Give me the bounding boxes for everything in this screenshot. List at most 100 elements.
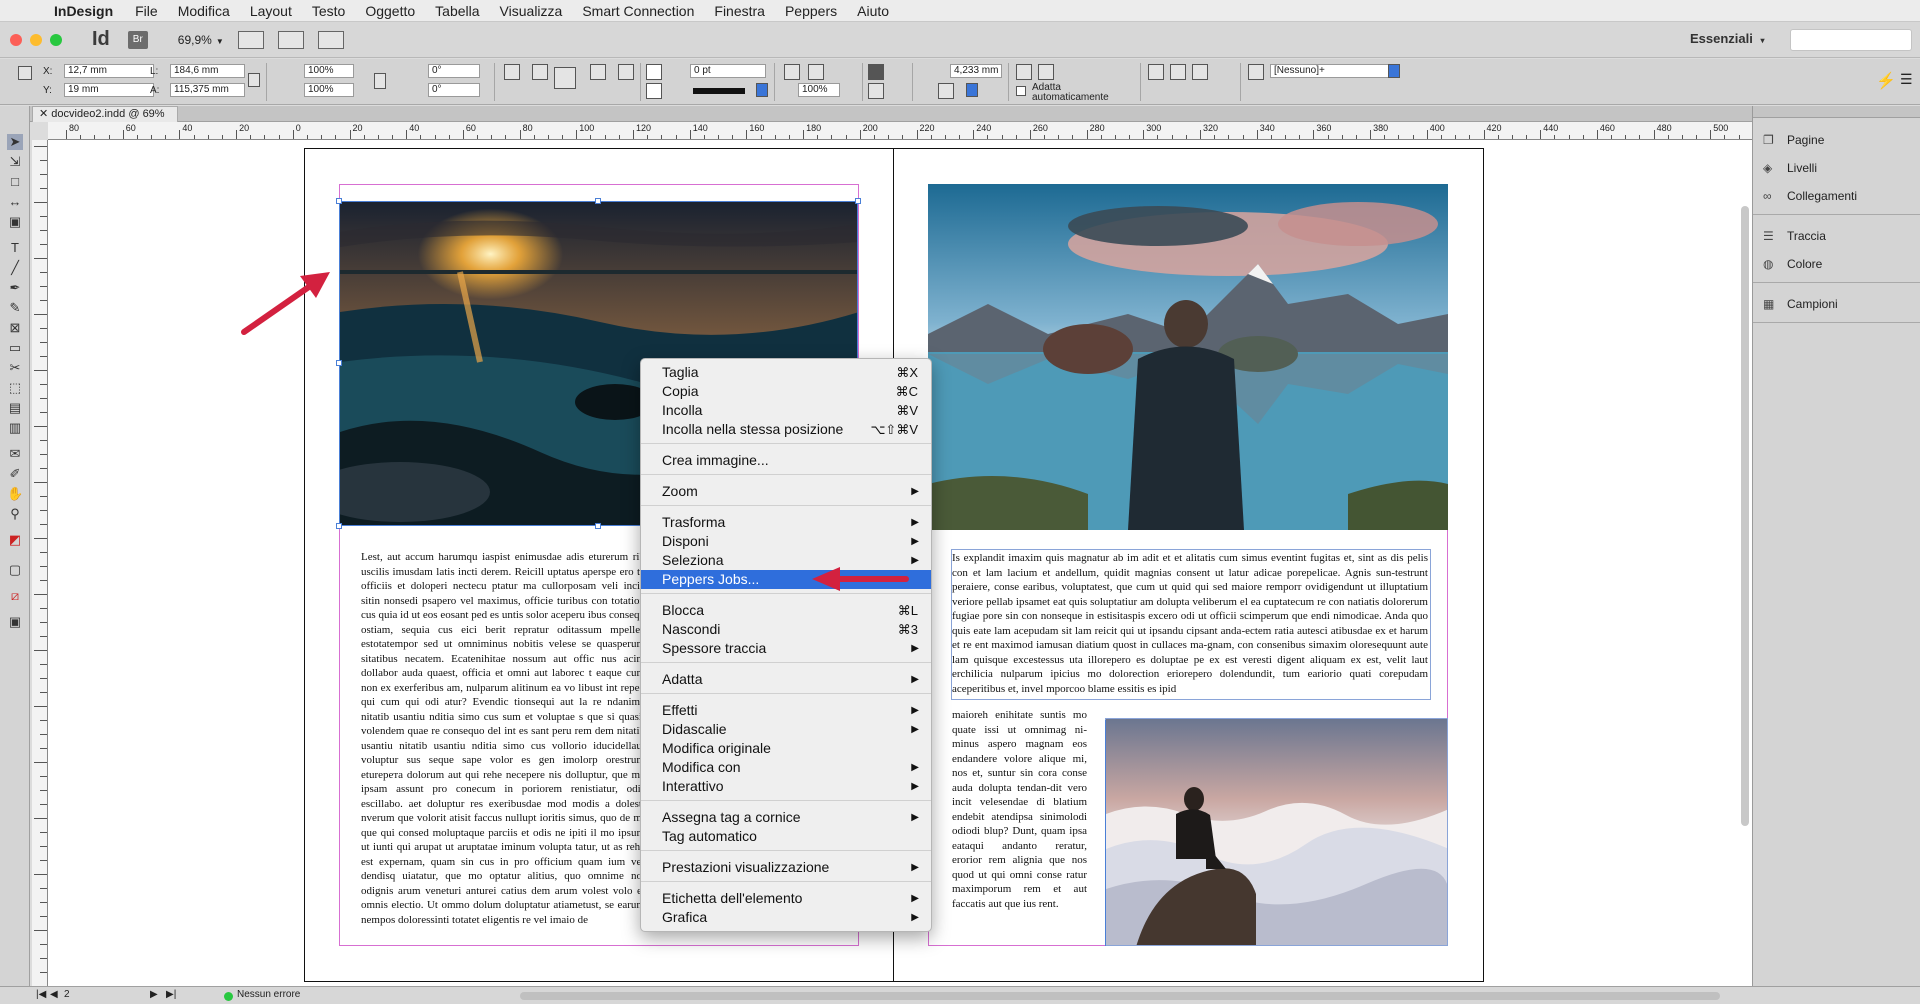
align-icon[interactable] xyxy=(868,83,884,99)
menu-item-spessore-traccia[interactable]: Spessore traccia ▶ xyxy=(641,639,931,658)
rotate-ccw-icon[interactable] xyxy=(532,64,548,80)
x-position-field[interactable]: 12,7 mm xyxy=(64,64,154,78)
arrange-documents-icon[interactable] xyxy=(317,30,344,49)
panel-pagine[interactable]: ❐ Pagine xyxy=(1763,130,1913,150)
selection-tool-icon[interactable]: ➤ xyxy=(7,134,23,150)
scale-y-field[interactable]: 100% xyxy=(304,83,354,97)
menu-item-assegna-tag[interactable]: Assegna tag a cornice ▶ xyxy=(641,808,931,827)
align-left-icon[interactable] xyxy=(1148,64,1164,80)
menu-item-nascondi[interactable]: Nascondi ⌘3 xyxy=(641,620,931,639)
selection-handle[interactable] xyxy=(595,523,601,529)
gradient-feather-tool-icon[interactable]: ▥ xyxy=(7,420,23,436)
autofit-checkbox[interactable] xyxy=(1016,86,1026,96)
menu-item-crea-immagine[interactable]: Crea immagine... xyxy=(641,451,931,470)
menu-item-interattivo[interactable]: Interattivo ▶ xyxy=(641,777,931,796)
menu-smart-connection[interactable]: Smart Connection xyxy=(582,3,694,19)
stroke-type-preview[interactable] xyxy=(693,88,745,94)
pen-tool-icon[interactable]: ✒ xyxy=(7,280,23,296)
horizontal-ruler[interactable]: 80 60 40 20 0 20 40 60 80 100 120 140 160 180 200 220 24… xyxy=(48,122,1752,140)
panel-livelli[interactable]: ◈ Livelli xyxy=(1763,158,1913,178)
close-window-button[interactable] xyxy=(10,33,22,46)
panel-menu-icon[interactable]: ☰ xyxy=(1900,71,1913,88)
type-tool-icon[interactable]: T xyxy=(7,240,23,256)
object-style-select[interactable]: [Nessuno]+ xyxy=(1270,64,1394,78)
stroke-weight-field[interactable]: 0 pt xyxy=(690,64,766,78)
selection-handle[interactable] xyxy=(855,198,861,204)
workspace-switcher[interactable]: Essenziali ▾ xyxy=(1690,31,1765,46)
scale-x-field[interactable]: 100% xyxy=(304,64,354,78)
horizontal-scrollbar[interactable] xyxy=(520,992,1720,1000)
height-field[interactable]: 115,375 mm xyxy=(170,83,245,97)
rotate-cw-icon[interactable] xyxy=(504,64,520,80)
cloud-sea-image[interactable] xyxy=(1105,718,1448,946)
menu-layout[interactable]: Layout xyxy=(250,3,292,19)
object-style-icon[interactable] xyxy=(1248,64,1264,80)
link-icon[interactable] xyxy=(374,73,386,89)
zoom-window-button[interactable] xyxy=(50,33,62,46)
align-center-icon[interactable] xyxy=(1170,64,1186,80)
rectangle-frame-tool-icon[interactable]: ⊠ xyxy=(7,320,23,336)
view-options-icon[interactable] xyxy=(237,30,264,49)
zoom-tool-icon[interactable]: ⚲ xyxy=(7,506,23,522)
menu-finestra[interactable]: Finestra xyxy=(714,3,765,19)
lightning-icon[interactable]: ⚡ xyxy=(1876,71,1896,91)
eyedropper-tool-icon[interactable]: ✐ xyxy=(7,466,23,482)
flip-horizontal-icon[interactable] xyxy=(590,64,606,80)
y-position-field[interactable]: 19 mm xyxy=(64,83,154,97)
preflight-status[interactable]: Nessun errore xyxy=(237,989,300,1000)
selection-handle[interactable] xyxy=(595,198,601,204)
gap-field[interactable]: 4,233 mm xyxy=(950,64,1002,78)
apply-none-icon[interactable]: ⧄ xyxy=(7,588,23,604)
menu-item-prestazioni[interactable]: Prestazioni visualizzazione ▶ xyxy=(641,858,931,877)
selection-handle[interactable] xyxy=(336,523,342,529)
selection-handle[interactable] xyxy=(336,198,342,204)
menu-item-didascalie[interactable]: Didascalie ▶ xyxy=(641,720,931,739)
menu-file[interactable]: File xyxy=(135,3,158,19)
menu-item-etichetta[interactable]: Etichetta dell'elemento ▶ xyxy=(641,889,931,908)
menu-modifica[interactable]: Modifica xyxy=(178,3,230,19)
bridge-button[interactable]: Br xyxy=(127,30,148,49)
gradient-tool-icon[interactable]: ▤ xyxy=(7,400,23,416)
document-tab[interactable]: ✕ docvideo2.indd @ 69% xyxy=(32,106,178,122)
menu-item-zoom[interactable]: Zoom ▶ xyxy=(641,482,931,501)
menu-item-incolla-stessa-posizione[interactable]: Incolla nella stessa posizione ⌥⇧⌘V xyxy=(641,420,931,439)
text-frame-icon[interactable] xyxy=(554,67,576,89)
menu-oggetto[interactable]: Oggetto xyxy=(365,3,415,19)
stroke-swatch-icon[interactable] xyxy=(646,83,662,99)
formatting-container-icon[interactable]: ▢ xyxy=(7,562,23,578)
close-tab-icon[interactable]: ✕ xyxy=(39,108,51,120)
panel-campioni[interactable]: ▦ Campioni xyxy=(1763,294,1913,314)
last-page-button[interactable]: ▶| xyxy=(166,989,176,1000)
scissors-tool-icon[interactable]: ✂ xyxy=(7,360,23,376)
fit-frame-icon[interactable] xyxy=(1038,64,1054,80)
effects-icon[interactable] xyxy=(808,64,824,80)
panel-dock-header[interactable] xyxy=(1753,106,1920,118)
app-menu[interactable]: InDesign xyxy=(54,3,113,19)
width-field[interactable]: 184,6 mm xyxy=(170,64,245,78)
rectangle-tool-icon[interactable]: ▭ xyxy=(7,340,23,356)
menu-item-modifica-con[interactable]: Modifica con ▶ xyxy=(641,758,931,777)
menu-item-blocca[interactable]: Blocca ⌘L xyxy=(641,601,931,620)
menu-item-modifica-originale[interactable]: Modifica originale xyxy=(641,739,931,758)
left-body-text-frame[interactable]: Lest, aut accum harumqu iaspist enimusda… xyxy=(361,550,645,942)
right-column-text-frame[interactable]: maioreh enihitate suntis mo quate issi u… xyxy=(952,708,1087,938)
fill-swatch-icon[interactable] xyxy=(646,64,662,80)
minimize-window-button[interactable] xyxy=(30,33,42,46)
corner-shape-dropdown[interactable] xyxy=(966,83,978,97)
free-transform-tool-icon[interactable]: ⬚ xyxy=(7,380,23,396)
first-page-button[interactable]: |◀ xyxy=(36,989,46,1000)
opacity-field[interactable]: 100% xyxy=(798,83,840,97)
menu-item-copia[interactable]: Copia ⌘C xyxy=(641,382,931,401)
help-search-input[interactable] xyxy=(1790,29,1912,51)
vertical-ruler[interactable] xyxy=(32,140,48,988)
mountain-lake-image[interactable] xyxy=(928,184,1448,530)
content-collector-icon[interactable]: ▣ xyxy=(7,214,23,230)
menu-item-adatta[interactable]: Adatta ▶ xyxy=(641,670,931,689)
page-tool-icon[interactable]: □ xyxy=(7,174,23,190)
constrain-proportions-icon[interactable] xyxy=(248,73,260,87)
screen-mode-icon[interactable] xyxy=(277,30,304,49)
menu-item-trasforma[interactable]: Trasforma ▶ xyxy=(641,513,931,532)
hand-tool-icon[interactable]: ✋ xyxy=(7,486,23,502)
fill-stroke-icon[interactable]: ◩ xyxy=(7,532,23,548)
menu-tabella[interactable]: Tabella xyxy=(435,3,479,19)
